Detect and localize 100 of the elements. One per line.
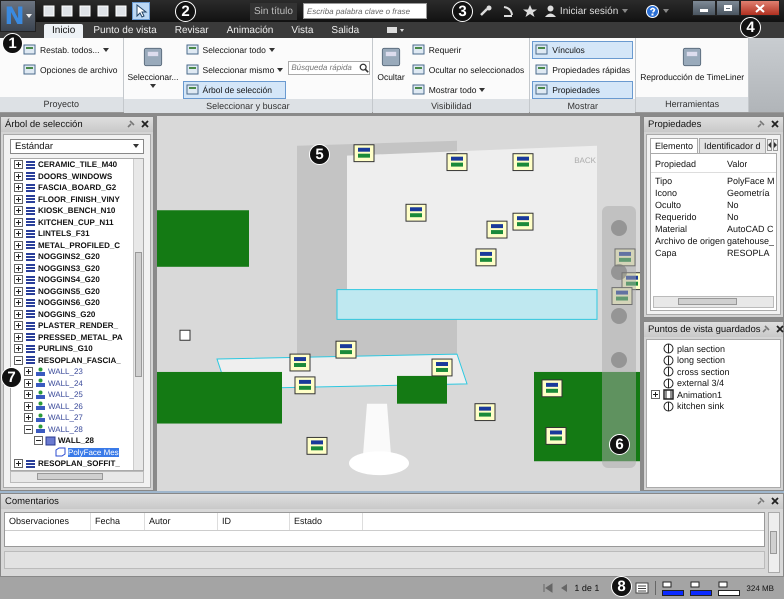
ribbon-tab[interactable]: Punto de vista	[85, 24, 165, 38]
ribbon-tab[interactable]: Revisar	[166, 24, 217, 38]
tree-item[interactable]: NOGGINS_G20	[38, 310, 96, 319]
tree-item[interactable]: WALL_28	[58, 436, 94, 446]
ribbon-tab[interactable]: Salida	[323, 24, 368, 38]
quick-search-field[interactable]: Búsqueda rápida	[288, 60, 370, 75]
scrollbar[interactable]	[10, 470, 144, 483]
ribbon-button[interactable]: Propiedades rápidas	[532, 60, 634, 79]
viewpoint-item[interactable]: external 3/4	[677, 378, 724, 388]
tree-item[interactable]: WALL_27	[48, 413, 83, 422]
tree-item[interactable]: WALL_23	[48, 367, 83, 376]
expander-icon[interactable]	[24, 424, 33, 434]
expander-icon[interactable]	[14, 459, 23, 468]
ribbon-button[interactable]: Requerir	[408, 40, 528, 59]
tree-item[interactable]: RESOPLAN_SOFFIT_	[38, 459, 120, 468]
column-header[interactable]: Autor	[145, 512, 218, 530]
minimize-button[interactable]	[692, 0, 716, 16]
star-icon[interactable]	[522, 5, 537, 17]
expander-icon[interactable]	[14, 172, 23, 181]
ribbon-button[interactable]: Seleccionar mismo	[182, 60, 286, 79]
tree-item[interactable]: NOGGINS2_G20	[38, 252, 100, 262]
expander-icon[interactable]	[14, 310, 23, 319]
tree-item[interactable]: LINTELS_F31	[38, 229, 90, 238]
expander-icon[interactable]	[14, 183, 23, 192]
expander-icon[interactable]	[14, 298, 23, 308]
tree-item[interactable]: CERAMIC_TILE_M40	[38, 160, 118, 170]
scrollbar[interactable]	[653, 296, 774, 308]
ribbon-large-button[interactable]: Seleccionar...	[126, 40, 181, 91]
expander-icon[interactable]	[14, 344, 23, 354]
expander-icon[interactable]	[24, 390, 33, 400]
ribbon-large-button[interactable]: Ocultar	[375, 40, 407, 85]
ribbon-button[interactable]: Ocultar no seleccionados	[408, 60, 528, 79]
expander-icon[interactable]	[14, 264, 23, 273]
tree-item[interactable]: KIOSK_BENCH_N10	[38, 206, 116, 216]
panel-toggle-icon[interactable]	[387, 26, 406, 34]
tree-item[interactable]: NOGGINS4_G20	[38, 275, 100, 284]
tree-item[interactable]: PURLINS_G10	[38, 344, 93, 354]
dropdown[interactable]: Estándar	[10, 138, 144, 154]
list-icon[interactable]	[635, 582, 650, 594]
scroll-left-button[interactable]	[766, 139, 772, 152]
expander-icon[interactable]	[651, 390, 660, 400]
tree-item[interactable]: DOORS_WINDOWS	[38, 172, 112, 181]
column-header[interactable]: ID	[218, 512, 290, 530]
sign-in-button[interactable]: Iniciar sesión	[544, 5, 628, 17]
ribbon-button[interactable]: Seleccionar todo	[182, 40, 286, 59]
ribbon-button[interactable]: Mostrar todo	[408, 80, 528, 99]
tree-item[interactable]: KITCHEN_CUP_N11	[38, 218, 114, 227]
expander-icon[interactable]	[34, 436, 43, 446]
column-header[interactable]: Fecha	[91, 512, 145, 530]
ribbon-tab[interactable]: Animación	[218, 24, 282, 38]
maximize-button[interactable]	[716, 0, 740, 16]
column-header[interactable]: Estado	[290, 512, 363, 530]
viewpoint-item[interactable]: Animation1	[677, 390, 722, 400]
tree-item[interactable]: FLOOR_FINISH_VINY	[38, 194, 120, 204]
tree-item[interactable]: NOGGINS3_G20	[38, 264, 100, 273]
ribbon-large-button[interactable]: Reproducción de TimeLiner	[638, 40, 746, 85]
properties-tab[interactable]: Identificador d	[699, 138, 766, 153]
column-header[interactable]: Observaciones	[5, 512, 91, 530]
expander-icon[interactable]	[14, 321, 23, 330]
tree-item[interactable]: PolyFace Mes	[68, 448, 119, 457]
ribbon-button[interactable]: Opciones de archivo	[20, 60, 120, 79]
ribbon-button[interactable]: Propiedades	[532, 80, 634, 99]
viewpoint-item[interactable]: cross section	[677, 366, 730, 377]
expander-icon[interactable]	[24, 413, 33, 422]
scrollbar[interactable]	[133, 158, 143, 470]
expander-icon[interactable]	[14, 286, 23, 296]
tree-item[interactable]: WALL_26	[48, 402, 83, 411]
expander-icon[interactable]	[14, 194, 23, 204]
tree-item[interactable]: PRESSED_METAL_PA	[38, 332, 123, 342]
column-header[interactable]: Valor	[727, 158, 748, 169]
ribbon-tab[interactable]: Vista	[283, 24, 322, 38]
wrench-icon[interactable]	[478, 5, 493, 17]
ribbon-button[interactable]: Vínculos	[532, 40, 634, 59]
ribbon-button[interactable]: Restab. todos...	[20, 40, 120, 59]
ribbon-button[interactable]: Árbol de selección	[182, 80, 286, 99]
scrollbar[interactable]	[768, 512, 780, 574]
tree-item[interactable]: NOGGINS6_G20	[38, 298, 100, 308]
close-icon[interactable]	[771, 497, 779, 506]
expander-icon[interactable]	[24, 378, 33, 388]
expander-icon[interactable]	[14, 332, 23, 342]
tree-item[interactable]: WALL_25	[48, 390, 83, 400]
scroll-right-button[interactable]	[772, 139, 778, 152]
select-cursor-icon[interactable]	[132, 2, 150, 20]
expander-icon[interactable]	[14, 229, 23, 238]
expander-icon[interactable]	[14, 252, 23, 262]
pin-icon[interactable]	[126, 120, 135, 129]
tree-item[interactable]: RESOPLAN_FASCIA_	[38, 356, 121, 365]
close-button[interactable]	[740, 0, 780, 16]
expander-icon[interactable]	[14, 160, 23, 170]
tree-item[interactable]: NOGGINS5_G20	[38, 286, 100, 296]
expander-icon[interactable]	[24, 402, 33, 411]
properties-tab[interactable]: Elemento	[650, 138, 698, 153]
close-icon[interactable]	[776, 325, 784, 334]
tree-item[interactable]: WALL_24	[48, 378, 83, 388]
pin-icon[interactable]	[756, 120, 765, 129]
help-button[interactable]	[646, 4, 670, 18]
close-icon[interactable]	[141, 120, 149, 128]
expander-icon[interactable]	[14, 240, 23, 250]
expander-icon[interactable]	[24, 367, 33, 376]
viewpoint-item[interactable]: plan section	[677, 344, 726, 354]
